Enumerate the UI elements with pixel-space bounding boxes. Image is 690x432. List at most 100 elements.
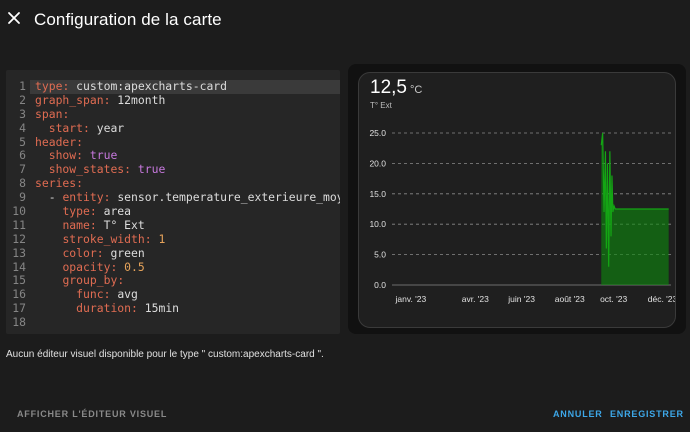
y-tick-label: 5.0	[374, 250, 386, 260]
save-button[interactable]: Enregistrer	[610, 409, 684, 419]
yaml-colon: :	[124, 162, 132, 177]
yaml-key: header	[35, 134, 77, 149]
code-line: show_states: true	[30, 162, 340, 177]
dialog-header: Configuration de la carte	[0, 0, 690, 44]
yaml-colon: :	[76, 134, 84, 149]
x-tick-label: avr. '23	[462, 294, 489, 304]
code-line: series:	[30, 176, 340, 191]
yaml-key: entity	[62, 190, 104, 205]
yaml-colon: :	[144, 231, 152, 246]
code-line: type: area	[30, 204, 340, 219]
yaml-colon: :	[96, 245, 104, 260]
y-tick-label: 20.0	[369, 158, 386, 168]
code-line: color: green	[30, 245, 340, 261]
yaml-colon: :	[89, 204, 97, 219]
x-tick-label: déc. '23	[648, 294, 675, 304]
yaml-key: type	[62, 204, 90, 219]
x-tick-label: janv. '23	[394, 294, 426, 304]
code-content[interactable]: type: custom:apexcharts-card graph_span: …	[30, 79, 340, 330]
code-line: start: year	[30, 120, 340, 136]
code-line: span:	[30, 106, 340, 122]
line-number: 1	[19, 79, 26, 93]
code-line: show: true	[30, 149, 340, 163]
line-number: 15	[12, 273, 26, 288]
code-line: func: avg	[30, 287, 340, 302]
line-number: 16	[12, 287, 26, 302]
close-icon[interactable]	[6, 10, 24, 30]
yaml-key: graph_span	[35, 92, 104, 107]
line-number: 5	[19, 134, 26, 149]
line-number: 2	[19, 92, 26, 107]
line-number: 4	[19, 120, 26, 135]
yaml-value: 0.5	[124, 259, 145, 274]
code-line: header:	[30, 134, 340, 150]
x-tick-label: juin '23	[507, 294, 535, 304]
y-tick-label: 15.0	[369, 189, 386, 199]
line-number: 3	[19, 106, 26, 121]
cancel-button[interactable]: Annuler	[553, 409, 603, 419]
code-line: graph_span: 12month	[30, 92, 340, 108]
area-chart: 0.0 5.0 10.0 15.0 20.0 25.0 janv. '23 avr. '23 j…	[369, 128, 675, 304]
yaml-key: series	[35, 176, 77, 191]
yaml-key: name	[62, 217, 90, 232]
yaml-key: func	[76, 287, 104, 302]
yaml-value: custom:apexcharts-card	[76, 79, 228, 93]
line-number: 13	[12, 245, 26, 260]
yaml-key: show	[48, 148, 77, 163]
yaml-colon: :	[76, 148, 84, 163]
code-line: type: custom:apexcharts-card	[30, 79, 340, 94]
x-tick-label: oct. '23	[600, 294, 627, 304]
yaml-code-editor[interactable]: 1 2 3 4 5 6 7 8 9 10 11 12 13 14 15 16 17 18 type: custom…	[6, 70, 340, 334]
code-line: opacity: 0.5	[30, 259, 340, 275]
line-number: 18	[12, 315, 26, 330]
yaml-value: 15min	[144, 301, 180, 316]
card-preview: 12,5 °C T° Ext 0.0 5.0 10.0 15.0 20.0 25.0 janv…	[348, 64, 686, 334]
yaml-key: color	[62, 245, 97, 260]
line-number: 17	[12, 301, 26, 316]
yaml-value: true	[89, 148, 118, 163]
yaml-value: 12month	[117, 92, 166, 107]
code-line: name: T° Ext	[30, 217, 340, 233]
show-visual-editor-button[interactable]: Afficher l'éditeur visuel	[17, 409, 167, 419]
line-number: 10	[12, 204, 26, 219]
no-visual-editor-message: Aucun éditeur visuel disponible pour le …	[6, 349, 324, 360]
y-tick-label: 10.0	[369, 219, 386, 229]
yaml-value: sensor.temperature_exterieure_moyenne	[117, 190, 340, 205]
yaml-value: 1	[158, 231, 166, 246]
code-line: group_by:	[30, 274, 340, 288]
yaml-colon: :	[89, 217, 97, 232]
yaml-key: stroke_width	[62, 231, 145, 246]
yaml-colon: :	[62, 106, 70, 121]
yaml-value: avg	[117, 287, 138, 302]
line-number: 7	[19, 162, 26, 177]
yaml-value: true	[137, 162, 166, 177]
line-number: 12	[12, 231, 26, 246]
code-line: - entity: sensor.temperature_exterieure_…	[30, 190, 340, 205]
yaml-key: start	[48, 120, 84, 135]
yaml-colon: :	[131, 301, 138, 316]
line-number: 6	[19, 148, 26, 163]
line-number: 14	[12, 259, 26, 274]
yaml-key: span	[35, 106, 63, 121]
yaml-value: green	[110, 245, 145, 260]
line-number: 9	[19, 190, 26, 205]
line-number: 8	[19, 176, 26, 191]
yaml-key: group_by	[62, 273, 118, 288]
yaml-key: opacity	[62, 259, 111, 274]
yaml-key: duration	[76, 301, 132, 316]
apexcharts-card: 12,5 °C T° Ext 0.0 5.0 10.0 15.0 20.0 25.0 janv…	[358, 72, 676, 328]
line-number-gutter: 1 2 3 4 5 6 7 8 9 10 11 12 13 14 15 16 17 18	[6, 79, 28, 330]
yaml-key: type	[35, 79, 63, 93]
yaml-colon: :	[76, 176, 84, 191]
dialog-title: Configuration de la carte	[34, 10, 222, 29]
